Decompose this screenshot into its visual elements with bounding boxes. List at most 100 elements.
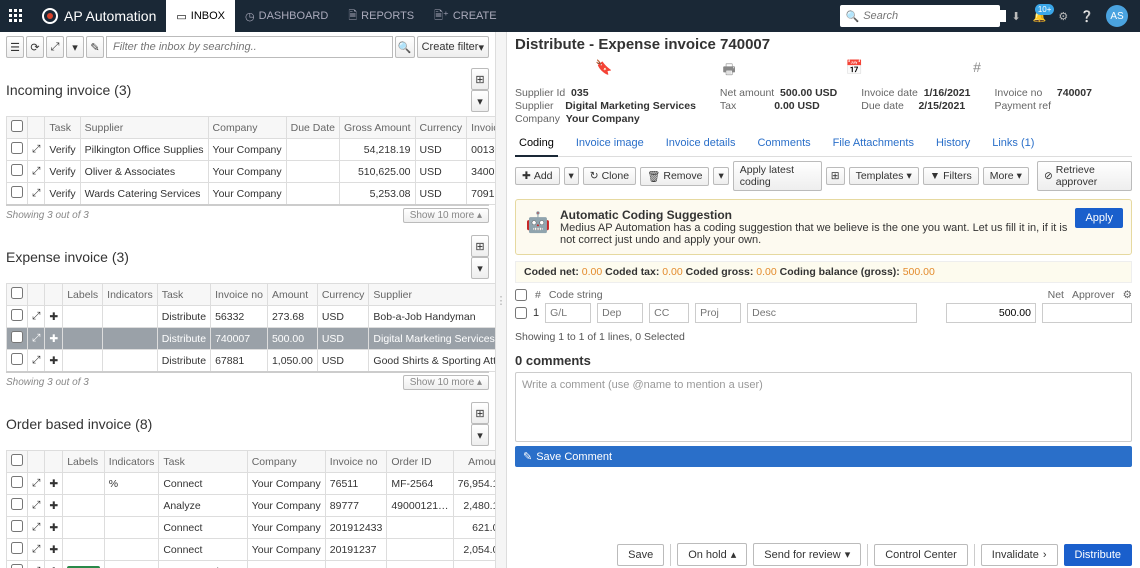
select-all[interactable] xyxy=(11,287,23,299)
nav-dashboard[interactable]: ◷DASHBOARD xyxy=(235,0,338,32)
apps-menu-icon[interactable] xyxy=(0,0,32,32)
remove-button[interactable]: 🗑 Remove xyxy=(640,167,709,186)
app-name: AP Automation xyxy=(64,8,156,24)
tab-coding[interactable]: Coding xyxy=(515,133,558,157)
remove-dropdown[interactable]: ▾ xyxy=(713,167,728,185)
order-table: Labels Indicators Task Company Invoice n… xyxy=(6,450,495,568)
tab-links[interactable]: Links (1) xyxy=(988,133,1038,156)
refresh-icon[interactable]: ⟳ xyxy=(26,36,44,58)
table-row[interactable]: ⤢✚AutoPost controlYour Company7092219000… xyxy=(7,561,496,568)
notification-badge: 10+ xyxy=(1035,4,1055,15)
grid-dropdown[interactable]: ▾ xyxy=(471,257,489,279)
select-all[interactable] xyxy=(11,120,23,132)
expand-icon[interactable]: ⤢ xyxy=(46,36,64,58)
expand-dropdown-icon[interactable]: ▾ xyxy=(66,36,84,58)
main-nav: ▭INBOX ◷DASHBOARD 🗎REPORTS 🗎⁺CREATE xyxy=(166,0,506,32)
tab-comments[interactable]: Comments xyxy=(753,133,814,156)
reports-icon: 🗎 xyxy=(348,7,357,26)
cc-input[interactable] xyxy=(649,303,689,323)
save-comment-button[interactable]: ✎ Save Comment xyxy=(515,446,1132,467)
control-center-button[interactable]: Control Center xyxy=(874,544,968,566)
table-row[interactable]: ⤢VerifyPilkington Office SuppliesYour Co… xyxy=(7,139,496,161)
nav-inbox[interactable]: ▭INBOX xyxy=(166,0,235,32)
grid-icon[interactable]: ⊞ xyxy=(471,235,489,257)
info-icons: 🔖 🖶 📅 # xyxy=(515,57,1132,87)
show-more-button[interactable]: Show 10 more ▴ xyxy=(403,208,489,223)
send-review-button[interactable]: Send for review ▾ xyxy=(753,543,861,566)
add-dropdown[interactable]: ▾ xyxy=(564,167,579,185)
grid-dropdown[interactable]: ▾ xyxy=(471,90,489,112)
table-row[interactable]: ⤢✚Distribute56332273.68USDBob-a-Job Hand… xyxy=(7,306,496,328)
save-button[interactable]: Save xyxy=(617,544,664,566)
settings-icon[interactable]: ⚙ xyxy=(1123,289,1132,301)
invalidate-button[interactable]: Invalidate › xyxy=(981,544,1058,566)
table-row[interactable]: ⤢VerifyOliver & AssociatesYour Company51… xyxy=(7,161,496,183)
distribute-button[interactable]: Distribute xyxy=(1064,544,1132,566)
tab-details[interactable]: Invoice details xyxy=(662,133,740,156)
info-row: Supplier Id 035 Supplier Digital Marketi… xyxy=(515,87,1132,125)
create-filter-button[interactable]: Create filter ▾ xyxy=(417,36,489,58)
retrieve-approver-button[interactable]: ⊘ Retrieve approver xyxy=(1037,161,1132,191)
inbox-toolbar: ☰ ⟳ ⤢ ▾ ✎ 🔍 Create filter ▾ xyxy=(6,36,489,58)
comment-input[interactable]: Write a comment (use @name to mention a … xyxy=(515,372,1132,442)
coding-row: 1 xyxy=(515,303,1132,323)
calendar-icon: 📅 xyxy=(846,59,863,83)
coding-columns: # Code string Net Approver ⚙ xyxy=(515,289,1132,301)
apply-latest-grid[interactable]: ⊞ xyxy=(826,167,845,185)
show-more-button[interactable]: Show 10 more ▴ xyxy=(403,375,489,390)
nav-create[interactable]: 🗎⁺CREATE xyxy=(424,0,506,32)
grid-icon[interactable]: ⊞ xyxy=(471,68,489,90)
filter-input[interactable] xyxy=(106,36,393,58)
coded-summary: Coded net: 0.00 Coded tax: 0.00 Coded gr… xyxy=(515,261,1132,283)
suggestion-icon: 🤖 xyxy=(524,208,552,236)
list-view-icon[interactable]: ☰ xyxy=(6,36,24,58)
detail-tabs: Coding Invoice image Invoice details Com… xyxy=(515,133,1132,157)
net-input[interactable] xyxy=(946,303,1036,323)
table-row[interactable]: ⤢✚%ConnectYour Company76511MF-256476,954… xyxy=(7,473,496,495)
printer-icon: 🖶 xyxy=(722,59,735,83)
apply-suggestion-button[interactable]: Apply xyxy=(1075,208,1123,228)
inbox-icon: ▭ xyxy=(176,10,186,23)
table-row[interactable]: ⤢VerifyWards Catering ServicesYour Compa… xyxy=(7,183,496,205)
table-row[interactable]: ⤢✚ConnectYour Company201912433621.00USD xyxy=(7,517,496,539)
filters-button[interactable]: ▼ Filters xyxy=(923,167,979,185)
edit-icon[interactable]: ✎ xyxy=(86,36,104,58)
apply-latest-button[interactable]: Apply latest coding xyxy=(733,161,822,191)
settings-icon[interactable]: ⚙ xyxy=(1058,10,1068,23)
templates-button[interactable]: Templates ▾ xyxy=(849,167,919,185)
detail-title: Distribute - Expense invoice 740007 xyxy=(515,36,1132,53)
table-row[interactable]: ⤢✚Distribute678811,050.00USDGood Shirts … xyxy=(7,350,496,372)
gl-input[interactable] xyxy=(545,303,591,323)
more-button[interactable]: More ▾ xyxy=(983,167,1029,185)
coding-actionbar: ✚ Add ▾ ↻ Clone 🗑 Remove ▾ Apply latest … xyxy=(515,157,1132,195)
search-input[interactable] xyxy=(863,10,1006,22)
inbox-panel: ☰ ⟳ ⤢ ▾ ✎ 🔍 Create filter ▾ Incoming inv… xyxy=(0,32,495,568)
table-row[interactable]: ⤢✚AnalyzeYour Company8977749000121…2,480… xyxy=(7,495,496,517)
table-row-selected[interactable]: ⤢✚Distribute740007500.00USDDigital Marke… xyxy=(7,328,496,350)
download-icon[interactable]: ⬇ xyxy=(1012,10,1021,23)
app-logo: AP Automation xyxy=(32,8,166,24)
global-search[interactable]: 🔍 xyxy=(840,5,1000,27)
grid-dropdown[interactable]: ▾ xyxy=(471,424,489,446)
proj-input[interactable] xyxy=(695,303,741,323)
clone-button[interactable]: ↻ Clone xyxy=(583,167,636,185)
onhold-button[interactable]: On hold ▴ xyxy=(677,543,747,566)
splitter[interactable]: ⋮ xyxy=(495,32,507,568)
nav-reports[interactable]: 🗎REPORTS xyxy=(338,0,424,32)
tab-history[interactable]: History xyxy=(932,133,974,156)
desc-input[interactable] xyxy=(747,303,917,323)
order-section-title: Order based invoice (8) ⊞▾ xyxy=(6,402,489,446)
grid-icon[interactable]: ⊞ xyxy=(471,402,489,424)
user-avatar[interactable]: AS xyxy=(1106,5,1128,27)
select-all[interactable] xyxy=(11,454,23,466)
help-icon[interactable]: ❔ xyxy=(1080,10,1094,23)
dep-input[interactable] xyxy=(597,303,643,323)
search-button[interactable]: 🔍 xyxy=(395,36,415,58)
approver-input[interactable] xyxy=(1042,303,1132,323)
table-row[interactable]: ⤢✚ConnectYour Company201912372,054.02USD xyxy=(7,539,496,561)
tab-image[interactable]: Invoice image xyxy=(572,133,648,156)
notifications-icon[interactable]: 🔔10+ xyxy=(1033,10,1047,23)
top-icons: ⬇ 🔔10+ ⚙ ❔ AS xyxy=(1000,5,1140,27)
tab-files[interactable]: File Attachments xyxy=(829,133,918,156)
add-button[interactable]: ✚ Add xyxy=(515,167,560,185)
